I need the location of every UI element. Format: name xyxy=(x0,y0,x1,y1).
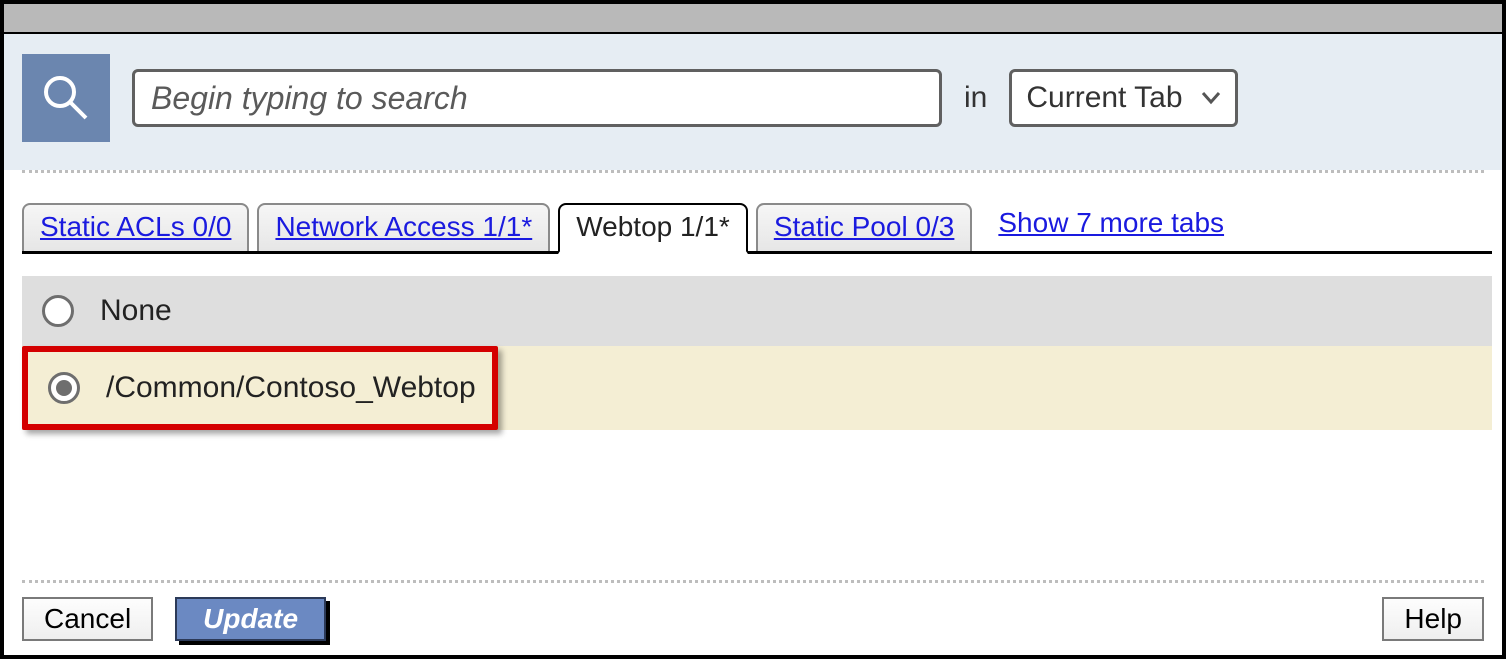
search-in-label: in xyxy=(964,81,987,115)
radio-none[interactable] xyxy=(42,295,74,327)
search-button[interactable] xyxy=(22,54,110,142)
option-row-none[interactable]: None xyxy=(22,276,1492,346)
tab-network-access[interactable]: Network Access 1/1* xyxy=(257,203,550,251)
radio-dot-icon xyxy=(56,380,72,396)
update-button[interactable]: Update xyxy=(175,597,326,641)
tab-label: Static Pool 0/3 xyxy=(774,211,955,242)
search-scope-value: Current Tab xyxy=(1026,81,1182,115)
tabs-area: Static ACLs 0/0 Network Access 1/1* Webt… xyxy=(4,173,1502,430)
tabs-row: Static ACLs 0/0 Network Access 1/1* Webt… xyxy=(22,201,1492,254)
option-row-contoso-webtop[interactable]: /Common/Contoso_Webtop xyxy=(22,346,498,430)
search-icon xyxy=(38,70,94,126)
titlebar[interactable] xyxy=(4,4,1502,34)
chevron-down-icon xyxy=(1201,85,1221,111)
show-more-tabs-link[interactable]: Show 7 more tabs xyxy=(980,201,1234,251)
tab-label: Network Access 1/1* xyxy=(275,211,532,242)
tab-static-acls[interactable]: Static ACLs 0/0 xyxy=(22,203,249,251)
search-input[interactable] xyxy=(132,69,942,127)
tab-label: Webtop 1/1* xyxy=(576,211,730,242)
cancel-button[interactable]: Cancel xyxy=(22,597,153,641)
option-row-wrap: /Common/Contoso_Webtop xyxy=(22,346,1492,430)
tab-static-pool[interactable]: Static Pool 0/3 xyxy=(756,203,973,251)
search-scope-select[interactable]: Current Tab xyxy=(1009,69,1237,127)
dialog-window: in Current Tab Static ACLs 0/0 Network A… xyxy=(0,0,1506,659)
footer: Cancel Update Help xyxy=(4,583,1502,655)
radio-contoso-webtop[interactable] xyxy=(48,372,80,404)
option-label: /Common/Contoso_Webtop xyxy=(106,371,476,405)
tab-label: Static ACLs 0/0 xyxy=(40,211,231,242)
options-list: None /Common/Contoso_Webtop xyxy=(22,276,1492,430)
help-button[interactable]: Help xyxy=(1382,597,1484,641)
tab-webtop[interactable]: Webtop 1/1* xyxy=(558,203,748,254)
option-label: None xyxy=(100,294,172,328)
search-bar: in Current Tab xyxy=(4,34,1502,170)
